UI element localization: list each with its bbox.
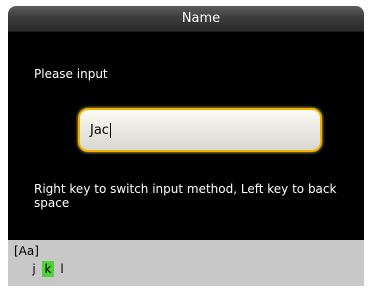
ime-candidate-j[interactable]: j: [28, 261, 40, 277]
ime-candidate-k[interactable]: k: [42, 261, 54, 277]
device-screen: Name Please input Jac Right key to switc…: [0, 0, 373, 289]
text-cursor: [109, 122, 111, 138]
ime-candidate-list: j k l: [28, 261, 70, 277]
name-input-field[interactable]: Jac: [78, 108, 322, 152]
dialog-body: Please input Jac Right key to switch inp…: [8, 32, 364, 240]
instruction-text: Right key to switch input method, Left k…: [34, 182, 337, 210]
title-bar: Name: [8, 6, 364, 32]
ime-candidate-l[interactable]: l: [56, 261, 68, 277]
input-prompt-label: Please input: [34, 67, 108, 81]
name-input-value: Jac: [90, 122, 109, 138]
input-method-mode[interactable]: [Aa]: [14, 244, 39, 258]
input-method-bar: [Aa] j k l: [8, 240, 364, 286]
window-title: Name: [181, 11, 221, 26]
